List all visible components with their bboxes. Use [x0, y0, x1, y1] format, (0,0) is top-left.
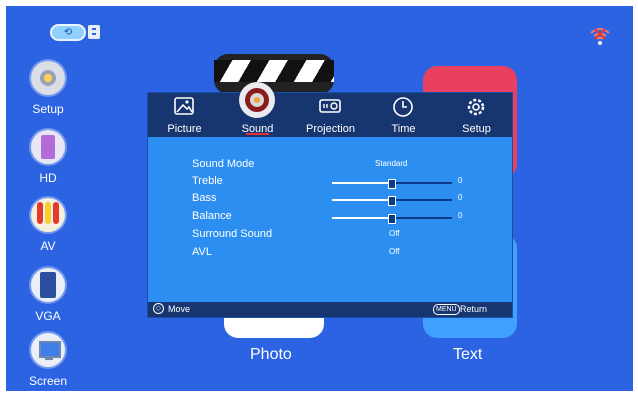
option-name: Treble — [192, 175, 223, 187]
balance-row[interactable]: Balance 0 — [192, 210, 492, 226]
tab-picture[interactable]: Picture — [148, 93, 221, 137]
usb-icon: ⟲ — [50, 24, 86, 41]
source-hd[interactable]: HD — [6, 130, 90, 185]
source-screen[interactable]: Screen — [6, 333, 90, 388]
balance-value: 0 — [458, 211, 463, 220]
move-hint: Move — [168, 304, 191, 314]
avl-row[interactable]: AVL Off — [192, 246, 492, 262]
avl-value: Off — [389, 247, 400, 256]
source-label: HD — [39, 171, 57, 185]
menu-key-icon: MENU — [433, 304, 460, 315]
option-name: AVL — [192, 246, 212, 258]
clapperboard-icon — [214, 60, 334, 82]
tab-projection[interactable]: Projection — [294, 93, 367, 137]
screen-monitor-icon — [31, 333, 65, 367]
surround-sound-row[interactable]: Surround Sound Off — [192, 228, 492, 244]
option-name: Sound Mode — [192, 158, 255, 170]
usb-indicator[interactable]: ⟲ — [50, 24, 102, 42]
option-name: Surround Sound — [192, 228, 273, 240]
menu-tab-bar: Picture Sound Projection Time Setup — [148, 82, 513, 137]
slider-fill — [332, 182, 392, 184]
source-vga[interactable]: VGA — [6, 268, 90, 323]
usb-plug-icon — [88, 25, 100, 39]
vga-icon — [31, 268, 65, 302]
return-hint: Return — [460, 304, 488, 314]
source-label: Setup — [32, 102, 64, 116]
tab-setup[interactable]: Setup — [440, 93, 513, 137]
tab-time[interactable]: Time — [367, 93, 440, 137]
setup-gear-icon — [31, 61, 65, 95]
hdmi-icon — [31, 130, 65, 164]
bass-row[interactable]: Bass 0 — [192, 192, 492, 208]
balance-slider[interactable] — [332, 214, 452, 224]
option-name: Balance — [192, 210, 232, 222]
active-tab-indicator — [246, 133, 269, 135]
text-label: Text — [453, 346, 483, 363]
settings-menu: Picture Sound Projection Time Setup Soun… — [147, 82, 513, 318]
slider-knob[interactable] — [388, 179, 396, 189]
bass-slider[interactable] — [332, 196, 452, 206]
tab-label: Time — [391, 123, 416, 135]
treble-slider[interactable] — [332, 179, 452, 189]
speaker-icon — [237, 81, 277, 119]
sound-mode-row[interactable]: Sound Mode Standard — [192, 158, 492, 174]
tab-sound[interactable]: Sound — [221, 82, 294, 137]
av-cable-icon — [31, 198, 65, 232]
option-name: Bass — [192, 192, 217, 204]
source-av[interactable]: AV — [6, 198, 90, 253]
photo-label: Photo — [250, 346, 292, 363]
source-setup[interactable]: Setup — [6, 61, 90, 116]
picture-icon — [171, 96, 197, 118]
tab-label: Projection — [306, 123, 355, 135]
slider-fill — [332, 217, 392, 219]
move-dpad-icon: ◇ — [153, 303, 164, 314]
clock-icon — [390, 96, 416, 118]
slider-knob[interactable] — [388, 196, 396, 206]
source-label: Screen — [28, 374, 68, 388]
source-label: VGA — [35, 309, 61, 323]
home-background: ⟲ Setup HD AV VGA Screen Photo Text Pict… — [6, 6, 633, 391]
projector-icon — [317, 96, 343, 118]
treble-row[interactable]: Treble 0 — [192, 175, 492, 191]
treble-value: 0 — [458, 176, 463, 185]
bass-value: 0 — [458, 193, 463, 202]
slider-fill — [332, 199, 392, 201]
source-label: AV — [40, 239, 56, 253]
slider-knob[interactable] — [388, 214, 396, 224]
surround-sound-value: Off — [389, 229, 400, 238]
tv-screen: ⟲ Setup HD AV VGA Screen Photo Text Pict… — [0, 0, 638, 393]
wifi-disconnected-icon[interactable] — [588, 24, 612, 48]
tab-label: Setup — [462, 123, 491, 135]
menu-footer: ◇ Move MENU Return — [148, 302, 512, 317]
sound-mode-value: Standard — [375, 159, 408, 168]
tab-label: Picture — [167, 123, 202, 135]
gear-icon — [463, 96, 489, 118]
